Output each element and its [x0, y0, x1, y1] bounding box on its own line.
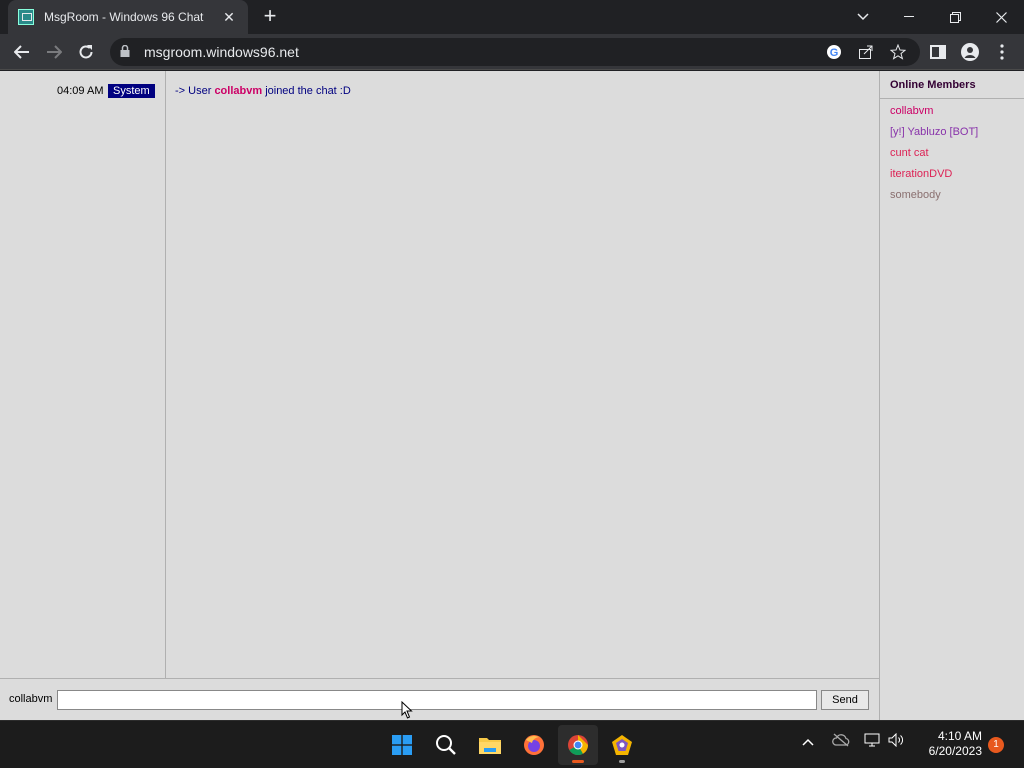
message-suffix: joined the chat :D [265, 85, 351, 97]
collabvm-app-icon[interactable] [602, 725, 642, 765]
bookmark-star-icon[interactable] [886, 38, 910, 66]
lock-icon [120, 44, 134, 60]
member-list-item[interactable]: collabvm [880, 101, 1024, 122]
tab-close-icon[interactable]: ✕ [220, 8, 238, 26]
profile-avatar-icon[interactable] [958, 38, 982, 66]
tray-overflow-chevron-icon[interactable] [802, 733, 814, 749]
minimize-button[interactable] [886, 0, 932, 34]
back-button[interactable] [8, 38, 36, 66]
nickname-label[interactable]: collabvm [9, 693, 52, 705]
tab-strip: MsgRoom - Windows 96 Chat ✕ + [0, 0, 1024, 34]
member-list-item[interactable]: somebody [880, 185, 1024, 206]
taskbar-clock[interactable]: 4:10 AM 6/20/2023 [912, 729, 982, 759]
browser-toolbar: msgroom.windows96.net G [0, 34, 1024, 70]
msgroom-page: 04:09 AM System -> User collabvm joined … [0, 71, 1024, 720]
message-input[interactable] [57, 690, 817, 710]
reload-button[interactable] [72, 38, 100, 66]
search-icon[interactable] [426, 725, 466, 765]
chat-input-bar: collabvm Send [0, 678, 879, 720]
share-icon[interactable] [854, 38, 878, 66]
online-members-panel: Online Members collabvm [y!] Yabluzo [BOT… [879, 71, 1024, 720]
svg-text:G: G [830, 47, 839, 59]
volume-icon[interactable] [888, 732, 904, 750]
firefox-icon[interactable] [514, 725, 554, 765]
start-button[interactable] [382, 725, 422, 765]
windows-taskbar: 4:10 AM 6/20/2023 1 [0, 720, 1024, 768]
message-area: -> User collabvm joined the chat :D [167, 71, 879, 678]
close-window-button[interactable] [978, 0, 1024, 34]
message-meta-column: 04:09 AM System [0, 71, 166, 678]
new-tab-button[interactable]: + [258, 5, 282, 29]
tab-title: MsgRoom - Windows 96 Chat [44, 10, 204, 24]
active-app-indicator [572, 760, 584, 763]
message-username: collabvm [214, 85, 263, 97]
clock-date: 6/20/2023 [928, 744, 982, 758]
member-list: collabvm [y!] Yabluzo [BOT] cunt cat iterat… [880, 99, 1024, 206]
browser-tab-msgroom[interactable]: MsgRoom - Windows 96 Chat ✕ [8, 0, 248, 34]
send-button[interactable]: Send [821, 690, 869, 710]
restore-button[interactable] [932, 0, 978, 34]
member-list-item[interactable]: [y!] Yabluzo [BOT] [880, 122, 1024, 143]
address-bar[interactable]: msgroom.windows96.net [110, 38, 920, 66]
notification-count-badge[interactable]: 1 [988, 737, 1004, 753]
online-members-heading: Online Members [880, 71, 1024, 99]
running-app-indicator [619, 760, 625, 763]
url-text: msgroom.windows96.net [144, 44, 299, 60]
member-list-item[interactable]: cunt cat [880, 143, 1024, 164]
tab-search-chevron-icon[interactable] [840, 0, 886, 34]
browser-menu-icon[interactable] [990, 38, 1014, 66]
side-panel-icon[interactable] [926, 38, 950, 66]
file-explorer-icon[interactable] [470, 725, 510, 765]
system-sender-badge: System [108, 84, 155, 98]
onedrive-offline-icon[interactable] [832, 733, 850, 750]
chat-message: -> User collabvm joined the chat :D [175, 85, 351, 97]
msgroom-favicon-icon [18, 9, 34, 25]
message-prefix: -> User [175, 85, 212, 97]
member-list-item[interactable]: iterationDVD [880, 164, 1024, 185]
google-icon[interactable]: G [822, 38, 846, 66]
message-timestamp: 04:09 AM [57, 85, 104, 97]
forward-button[interactable] [40, 38, 68, 66]
network-icon[interactable] [864, 733, 880, 750]
mouse-cursor-icon [401, 701, 413, 719]
chrome-icon[interactable] [558, 725, 598, 765]
clock-time: 4:10 AM [937, 729, 982, 743]
